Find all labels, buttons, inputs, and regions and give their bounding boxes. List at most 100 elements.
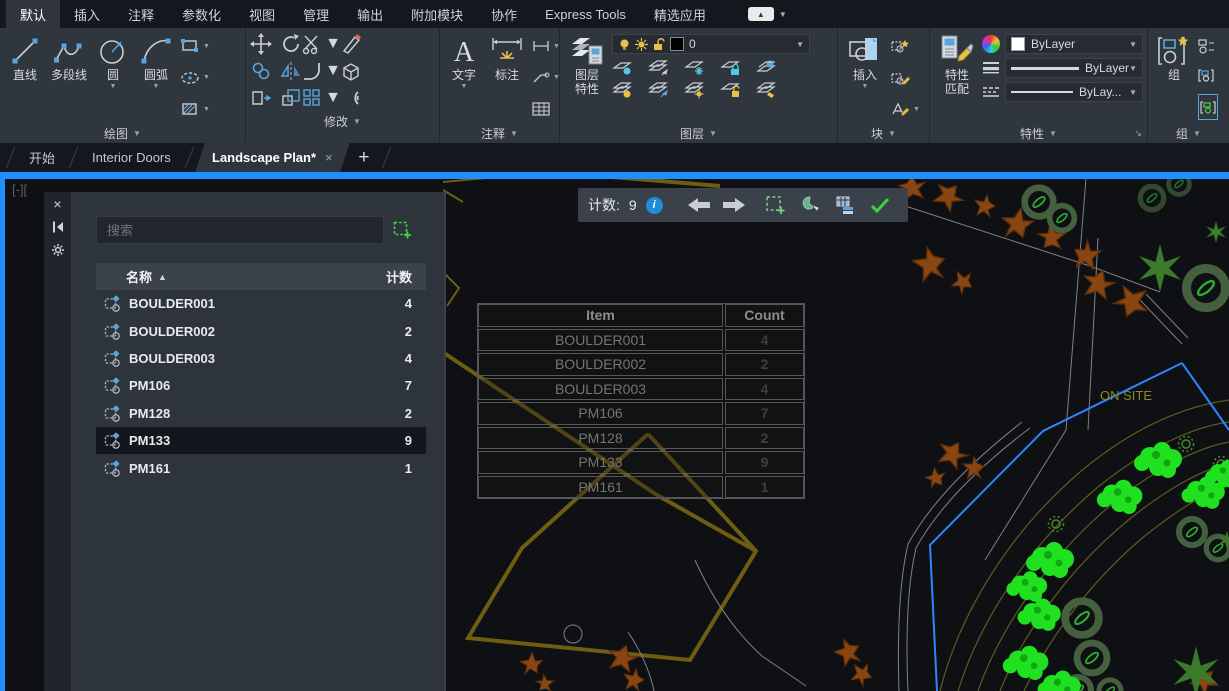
offset-icon[interactable] bbox=[340, 87, 362, 109]
count-info-icon[interactable]: i bbox=[646, 197, 663, 214]
file-tab-landscape-plan[interactable]: Landscape Plan* × bbox=[195, 143, 349, 172]
ribbon-tab-insert[interactable]: 插入 bbox=[60, 0, 114, 28]
name-column-header[interactable]: 名称 bbox=[126, 267, 152, 286]
group-edit-button[interactable] bbox=[1198, 65, 1218, 87]
ellipse-button[interactable]: ▼ bbox=[180, 67, 210, 89]
copy-icon[interactable] bbox=[250, 60, 272, 82]
ribbon-tab-output[interactable]: 输出 bbox=[343, 0, 397, 28]
arc-dropdown-caret-icon[interactable]: ▼ bbox=[153, 83, 160, 90]
count-list-item[interactable]: PM128 2 bbox=[96, 400, 426, 427]
lineweight-dropdown[interactable]: ByLayer ▼ bbox=[1005, 58, 1143, 78]
circle-button[interactable]: 圆 ▼ bbox=[94, 32, 132, 123]
close-palette-icon[interactable]: × bbox=[53, 197, 61, 211]
insert-count-table-button[interactable] bbox=[832, 192, 858, 218]
layer-lock-icon[interactable] bbox=[720, 59, 742, 77]
leader-button[interactable]: ▼ bbox=[532, 67, 560, 89]
previous-object-button[interactable] bbox=[686, 192, 712, 218]
layer-unlock-all-icon[interactable] bbox=[720, 81, 742, 99]
ribbon-tab-collaborate[interactable]: 协作 bbox=[477, 0, 531, 28]
linetype-icon[interactable] bbox=[982, 85, 1000, 99]
layer-unisolate-icon[interactable] bbox=[648, 59, 670, 77]
panel-label-draw[interactable]: 绘图▼ bbox=[0, 123, 245, 143]
count-list-item[interactable]: BOULDER002 2 bbox=[96, 317, 426, 344]
edit-attributes-button[interactable]: ▼ bbox=[890, 98, 920, 120]
arc-button[interactable]: 圆弧 ▼ bbox=[136, 32, 176, 123]
layer-thaw-all-icon[interactable] bbox=[684, 81, 706, 99]
match-properties-button[interactable]: 特性 匹配 bbox=[936, 32, 978, 123]
finish-count-button[interactable] bbox=[867, 192, 893, 218]
select-objects-icon[interactable] bbox=[393, 221, 411, 239]
erase-icon[interactable] bbox=[340, 33, 362, 55]
panel-label-annotate[interactable]: 注释▼ bbox=[440, 123, 559, 143]
count-column-header[interactable]: 计数 bbox=[386, 267, 412, 286]
array-icon[interactable]: ▼ bbox=[301, 87, 341, 109]
ribbon-tab-annotate[interactable]: 注释 bbox=[114, 0, 168, 28]
sort-ascending-icon[interactable]: ▲ bbox=[158, 272, 167, 282]
lineweight-icon[interactable] bbox=[982, 61, 1000, 75]
ungroup-button[interactable] bbox=[1198, 35, 1218, 57]
panel-label-properties[interactable]: 特性▼ bbox=[930, 123, 1147, 143]
layer-match-icon[interactable] bbox=[648, 81, 670, 99]
stretch-icon[interactable] bbox=[250, 87, 272, 109]
ribbon-tab-view[interactable]: 视图 bbox=[235, 0, 289, 28]
ribbon-tab-home[interactable]: 默认 bbox=[6, 0, 60, 28]
layer-off-icon[interactable] bbox=[612, 81, 634, 99]
linetype-dropdown[interactable]: ByLay... ▼ bbox=[1005, 82, 1143, 102]
rectangle-button[interactable]: ▼ bbox=[180, 35, 210, 57]
ribbon-tab-express-tools[interactable]: Express Tools bbox=[531, 0, 640, 28]
count-selected-area-button[interactable] bbox=[762, 192, 788, 218]
ribbon-tab-manage[interactable]: 管理 bbox=[289, 0, 343, 28]
count-list-item-selected[interactable]: PM133 9 bbox=[96, 427, 426, 454]
table-button[interactable] bbox=[532, 98, 560, 120]
mirror-icon[interactable] bbox=[280, 60, 302, 82]
rotate-icon[interactable] bbox=[280, 33, 302, 55]
layer-freeze-icon[interactable] bbox=[684, 59, 706, 77]
layer-dropdown-caret-icon[interactable]: ▼ bbox=[796, 40, 804, 49]
count-list-item[interactable]: BOULDER003 4 bbox=[96, 345, 426, 372]
panel-label-group[interactable]: 组▼ bbox=[1148, 123, 1229, 143]
drawing-canvas[interactable]: [-][ bbox=[0, 172, 1229, 691]
move-icon[interactable] bbox=[250, 33, 272, 55]
circle-dropdown-caret-icon[interactable]: ▼ bbox=[110, 83, 117, 90]
group-button[interactable]: 组 bbox=[1154, 32, 1194, 123]
scale-icon[interactable] bbox=[280, 87, 302, 109]
count-list-item[interactable]: BOULDER001 4 bbox=[96, 290, 426, 317]
create-block-button[interactable] bbox=[890, 35, 920, 57]
new-drawing-button[interactable]: + bbox=[348, 143, 379, 172]
close-tab-icon[interactable]: × bbox=[325, 150, 333, 165]
layer-isolate-icon[interactable] bbox=[612, 59, 634, 77]
group-selection-toggle-button[interactable] bbox=[1198, 94, 1218, 120]
panel-label-layers[interactable]: 图层▼ bbox=[560, 123, 837, 143]
insert-block-button[interactable]: 插入 ▼ bbox=[844, 32, 886, 123]
layer-dropdown[interactable]: 0 ▼ bbox=[612, 34, 810, 54]
layer-properties-button[interactable]: 图层 特性 bbox=[566, 32, 608, 123]
file-tab-interior-doors[interactable]: Interior Doors bbox=[80, 143, 183, 172]
select-counted-objects-button[interactable] bbox=[797, 192, 823, 218]
trim-icon[interactable]: ▼ bbox=[301, 33, 341, 55]
count-list-item[interactable]: PM106 7 bbox=[96, 372, 426, 399]
edit-block-button[interactable] bbox=[890, 67, 920, 89]
count-list-header[interactable]: 名称 ▲ 计数 bbox=[96, 263, 426, 290]
panel-label-modify[interactable]: 修改▼ bbox=[246, 111, 439, 131]
hatch-button[interactable]: ▼ bbox=[180, 98, 210, 120]
panel-label-block[interactable]: 块▼ bbox=[838, 123, 929, 143]
insert-dropdown-caret-icon[interactable]: ▼ bbox=[862, 83, 869, 90]
line-button[interactable]: 直线 bbox=[6, 32, 44, 123]
ribbon-minimize-caret-icon[interactable]: ▼ bbox=[779, 10, 787, 19]
layer-make-current-icon[interactable] bbox=[756, 59, 778, 77]
dimension-button[interactable]: 标注 bbox=[486, 32, 528, 123]
auto-hide-pin-icon[interactable] bbox=[51, 220, 65, 234]
object-color-dropdown[interactable]: ByLayer ▼ bbox=[1005, 34, 1143, 54]
fillet-icon[interactable]: ▼ bbox=[301, 60, 341, 82]
explode-icon[interactable] bbox=[340, 60, 362, 82]
file-tab-start[interactable]: 开始 bbox=[17, 143, 67, 172]
search-input[interactable] bbox=[96, 216, 384, 244]
layer-state-icon[interactable] bbox=[756, 81, 778, 99]
polyline-button[interactable]: 多段线 bbox=[48, 32, 90, 123]
text-dropdown-caret-icon[interactable]: ▼ bbox=[461, 83, 468, 90]
count-list-item[interactable]: PM161 1 bbox=[96, 454, 426, 481]
properties-dialog-launcher-icon[interactable]: ↘ bbox=[1134, 128, 1142, 139]
ribbon-tab-addins[interactable]: 附加模块 bbox=[397, 0, 477, 28]
palette-settings-gear-icon[interactable] bbox=[51, 243, 65, 257]
next-object-button[interactable] bbox=[721, 192, 747, 218]
